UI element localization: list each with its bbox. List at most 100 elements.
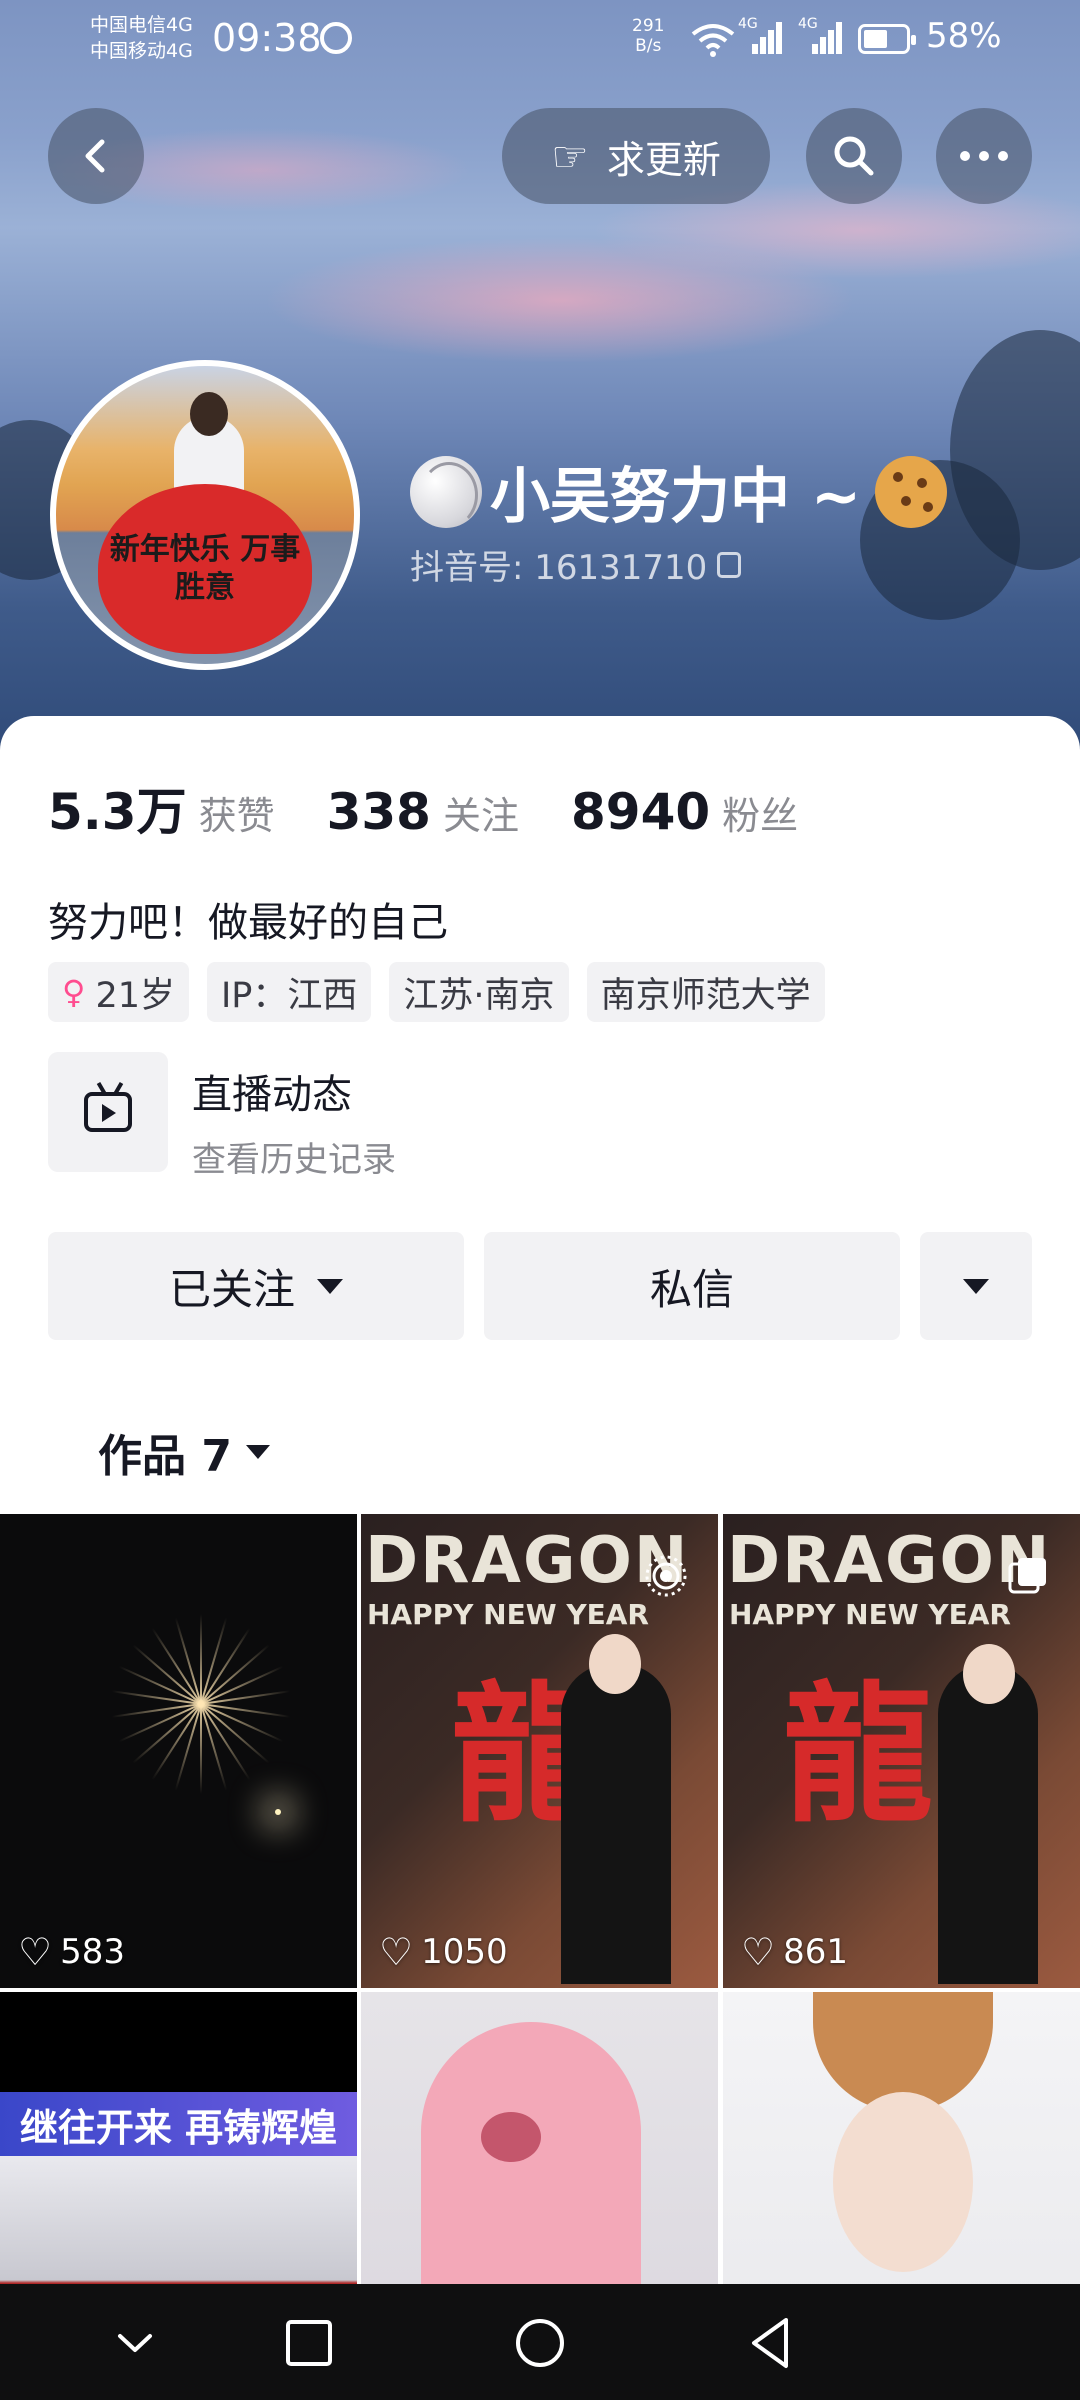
followers-label: 粉丝 <box>722 794 799 838</box>
person-figure <box>561 1664 671 1984</box>
following-count[interactable]: 338 <box>327 783 431 841</box>
like-count-value: 861 <box>783 1932 848 1972</box>
work-tile[interactable]: DRAGON HAPPY NEW YEAR 龍 ♡ 861 <box>723 1514 1080 1988</box>
mascot-nose <box>481 2112 541 2162</box>
tv-icon <box>84 1081 132 1132</box>
person-face <box>589 1634 641 1694</box>
location-tag: 江苏·南京 <box>389 962 569 1022</box>
system-nav-bar <box>0 2284 1080 2400</box>
mural-word: DRAGON <box>365 1524 690 1598</box>
avatar-heart-balloon: 新年快乐 万事胜意 <box>98 484 312 654</box>
carrier-info: 中国电信4G 中国移动4G <box>90 12 193 64</box>
school-tag[interactable]: 南京师范大学 <box>586 962 825 1022</box>
cookie-icon <box>875 455 948 528</box>
mural-sub: HAPPY NEW YEAR <box>729 1598 1011 1631</box>
recents-icon[interactable] <box>274 2308 344 2378</box>
wifi-icon <box>690 22 736 66</box>
caret-down-icon <box>245 1445 270 1459</box>
douyin-id[interactable]: 抖音号: 16131710 <box>410 540 742 589</box>
mural-sub: HAPPY NEW YEAR <box>367 1598 649 1631</box>
following-label: 关注 <box>442 794 519 838</box>
search-icon <box>834 136 874 176</box>
speed-value: 291 <box>632 16 665 36</box>
request-update-label: 求更新 <box>606 137 721 182</box>
like-count-value: 583 <box>60 1932 125 1972</box>
profile-name-row: 小吴努力中 ~ <box>410 448 948 535</box>
work-tile[interactable]: ♡ 583 <box>0 1514 357 1988</box>
alarm-icon <box>320 22 352 54</box>
firework-glow <box>275 1809 281 1815</box>
speed-unit: B/s <box>635 36 662 56</box>
following-button-label: 已关注 <box>168 1264 295 1314</box>
like-count-value: 1050 <box>421 1932 508 1972</box>
carrier-1: 中国电信4G <box>90 14 193 36</box>
home-icon[interactable] <box>505 2308 575 2378</box>
heart-outline-icon: ♡ <box>379 1930 414 1974</box>
request-update-button[interactable]: ☞ 求更新 <box>502 108 770 204</box>
back-arrow-icon <box>85 139 105 173</box>
female-icon: ♀ <box>62 973 86 1011</box>
network-type-1: 4G <box>738 16 758 32</box>
work-tile[interactable]: DRAGON HAPPY NEW YEAR 龍 ♡ 1050 <box>361 1514 718 1988</box>
age-tag: ♀ 21岁 <box>48 962 189 1022</box>
network-type-2: 4G <box>798 16 818 32</box>
following-button[interactable]: 已关注 <box>48 1232 464 1340</box>
person-face <box>833 2092 973 2272</box>
works-tab-label: 作品 7 <box>98 1431 232 1482</box>
message-button-label: 私信 <box>649 1264 734 1314</box>
mural-character: 龍 <box>783 1669 934 1843</box>
live-photo-icon <box>645 1555 687 1597</box>
like-count: ♡ 583 <box>18 1930 125 1974</box>
network-speed: 291 B/s <box>632 16 664 56</box>
firework-spark <box>200 1704 202 1794</box>
live-title: 直播动态 <box>192 1072 352 1118</box>
signal-icon: 4G <box>798 16 842 54</box>
team-banner: 继往开来 再铸辉煌 <box>0 2092 357 2156</box>
heart-outline-icon: ♡ <box>18 1930 53 1974</box>
carrier-2: 中国移动4G <box>90 40 193 62</box>
likes-label: 获赞 <box>198 794 275 838</box>
like-count: ♡ 861 <box>741 1930 848 1974</box>
status-bar: 中国电信4G 中国移动4G 09:38 291 B/s 4G 4G 58% <box>0 0 1080 80</box>
tab-works[interactable]: 作品 7 <box>98 1420 270 1484</box>
profile-name: 小吴努力中 ~ <box>490 462 862 532</box>
more-button[interactable] <box>936 108 1032 204</box>
live-history-entry[interactable]: 直播动态 查看历史记录 <box>48 1052 396 1181</box>
firework-spark <box>200 1614 202 1704</box>
douyin-id-text: 抖音号: 16131710 <box>410 548 708 588</box>
profile-stats: 5.3万 获赞 338 关注 8940 粉丝 <box>48 772 850 844</box>
ip-tag: IP：江西 <box>206 962 372 1022</box>
person-figure <box>938 1664 1038 1984</box>
gallery-icon <box>1008 1558 1046 1594</box>
likes-count[interactable]: 5.3万 <box>48 772 187 844</box>
heart-outline-icon: ♡ <box>741 1930 776 1974</box>
caret-down-icon <box>963 1278 989 1294</box>
mural-word: DRAGON <box>727 1524 1052 1598</box>
search-button[interactable] <box>806 108 902 204</box>
battery-percent: 58% <box>926 16 1002 56</box>
clock: 09:38 <box>212 16 322 60</box>
signal-icon: 4G <box>738 16 782 54</box>
profile-bio: 努力吧！做最好的自己 <box>48 900 448 946</box>
hide-keyboard-icon[interactable] <box>100 2308 170 2378</box>
pointing-hand-icon: ☞ <box>551 131 589 181</box>
profile-tags: ♀ 21岁 IP：江西 江苏·南京 南京师范大学 <box>48 962 843 1022</box>
person-face <box>963 1644 1015 1704</box>
back-button[interactable] <box>48 108 144 204</box>
more-actions-button[interactable] <box>920 1232 1032 1340</box>
caret-down-icon <box>317 1278 343 1294</box>
battery-icon <box>858 24 916 54</box>
back-nav-icon[interactable] <box>736 2308 806 2378</box>
age-text: 21岁 <box>95 975 175 1016</box>
volleyball-icon <box>410 455 482 528</box>
live-subtitle: 查看历史记录 <box>192 1140 396 1180</box>
live-icon-box <box>48 1052 168 1172</box>
avatar-head <box>190 392 228 436</box>
copy-icon <box>717 551 742 578</box>
like-count: ♡ 1050 <box>379 1930 508 1974</box>
avatar[interactable]: 新年快乐 万事胜意 <box>50 360 360 670</box>
more-dots-icon <box>960 151 1008 161</box>
message-button[interactable]: 私信 <box>484 1232 900 1340</box>
firework-spark <box>174 1703 202 1791</box>
followers-count[interactable]: 8940 <box>571 783 710 841</box>
